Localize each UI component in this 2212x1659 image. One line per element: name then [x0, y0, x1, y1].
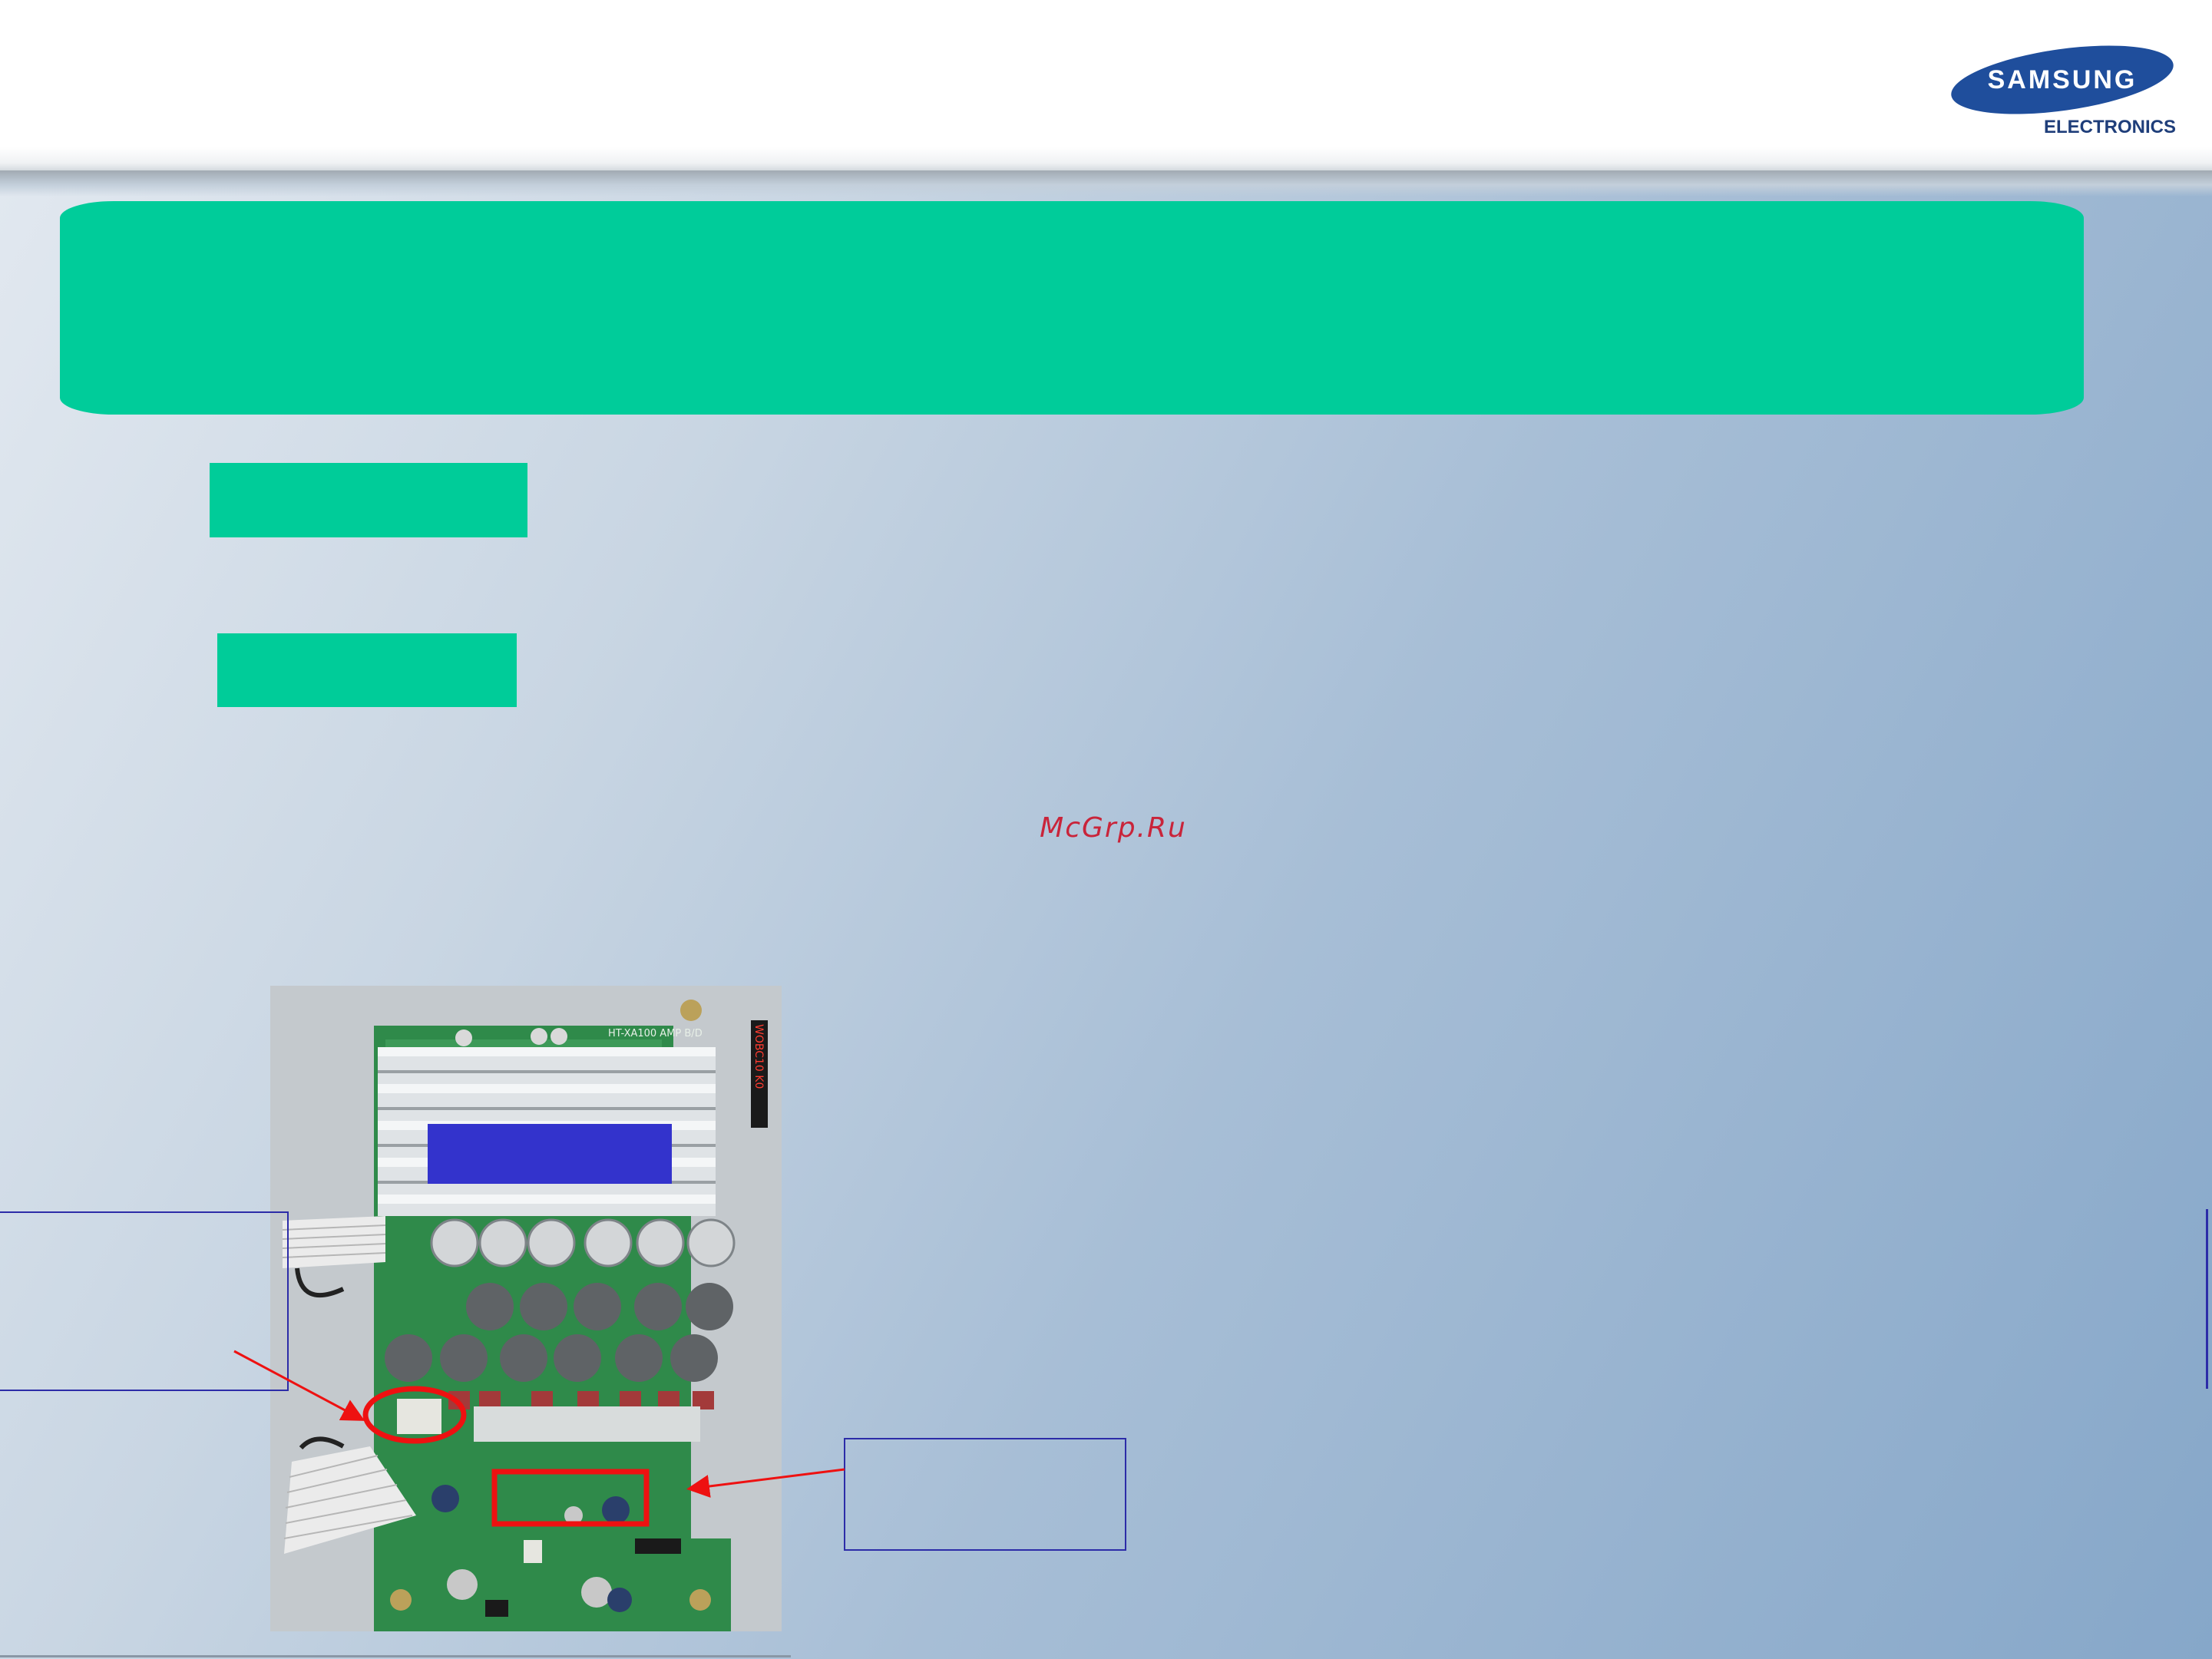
- samsung-logo: SAMSUNG ELECTRONICS: [1951, 45, 2176, 137]
- amp-board-photo: HT-XA100 AMP B/D WOBC10 K0: [270, 986, 782, 1631]
- callout-edge-right: [2206, 1209, 2208, 1389]
- board-silkscreen: HT-XA100 AMP B/D: [608, 1028, 703, 1039]
- section-label-1: [210, 463, 527, 537]
- connector-block: [474, 1406, 597, 1442]
- section-label-2: [217, 633, 517, 707]
- watermark-text: McGrp.Ru: [1040, 812, 1187, 844]
- sticker-text: WOBC10 K0: [752, 1024, 765, 1089]
- power-connector: [397, 1399, 441, 1434]
- slide: SAMSUNG ELECTRONICS McGrp.Ru HT-XA100 AM…: [0, 0, 2212, 1659]
- bottom-rule: [0, 1655, 791, 1657]
- callout-box-right: [844, 1438, 1126, 1551]
- logo-wordmark: SAMSUNG: [1988, 65, 2138, 94]
- title-banner: [60, 201, 2084, 415]
- sticker: WOBC10 K0: [751, 1020, 768, 1128]
- blue-label-box: [428, 1124, 672, 1184]
- header-shadow: [0, 170, 2212, 197]
- logo-division: ELECTRONICS: [2044, 117, 2176, 137]
- mount-hole: [680, 1000, 702, 1021]
- header-bar: [0, 0, 2212, 175]
- callout-box-left: [0, 1211, 289, 1391]
